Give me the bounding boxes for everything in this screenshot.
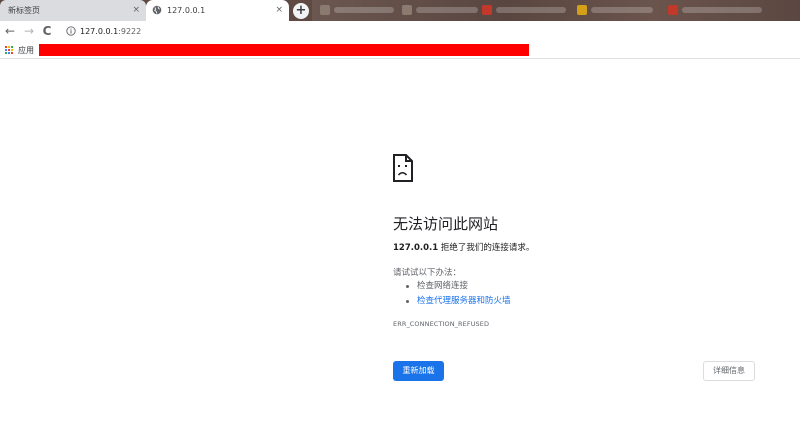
url-host: 127.0.0.1 [80,27,119,36]
suggestion-check-network: 检查网络连接 [405,279,511,294]
tab-title: 新标签页 [8,6,40,15]
globe-icon [152,5,162,15]
suggestions-heading: 请试试以下办法： [393,268,462,278]
background-tabs-area [312,0,800,21]
forward-button[interactable]: → [21,21,37,42]
blurred-tab-icon [402,5,412,15]
new-tab-button[interactable]: + [293,3,309,19]
tab-strip: 新标签页 × 127.0.0.1 × + [0,0,800,21]
blurred-tab-title [682,7,762,13]
blurred-tab-icon [320,5,330,15]
reload-page-button[interactable]: 重新加载 [393,361,444,381]
apps-shortcut-label[interactable]: 应用 [18,42,34,59]
blurred-tab-icon [482,5,492,15]
error-summary-text: 拒绝了我们的连接请求。 [438,243,535,253]
tab-127-0-0-1[interactable]: 127.0.0.1 × [146,0,289,21]
apps-grid-icon[interactable] [5,46,14,55]
blurred-tab-title [496,7,566,13]
blurred-tab-icon [668,5,678,15]
blurred-tab-title [591,7,653,13]
blurred-tab-title [334,7,394,13]
tab-title: 127.0.0.1 [167,6,206,15]
details-button[interactable]: 详细信息 [703,361,755,381]
info-icon[interactable] [66,26,76,36]
back-button[interactable]: ← [2,21,18,42]
error-code: ERR_CONNECTION_REFUSED [393,320,490,328]
suggestions-list: 检查网络连接 检查代理服务器和防火墙 [405,279,511,309]
blurred-tab-title [416,7,478,13]
suggestion-check-proxy-link[interactable]: 检查代理服务器和防火墙 [405,294,511,309]
url-port: :9222 [118,27,142,36]
redaction-bar [39,44,529,56]
error-summary: 127.0.0.1 拒绝了我们的连接请求。 [393,241,534,253]
close-icon[interactable]: × [275,0,283,21]
tab-new-tab[interactable]: 新标签页 × [0,0,146,21]
blurred-tab-icon [577,5,587,15]
error-title: 无法访问此网站 [393,215,499,233]
error-host: 127.0.0.1 [393,243,439,253]
close-icon[interactable]: × [132,0,140,21]
address-bar[interactable]: 127.0.0.1:9222 [60,22,800,41]
sad-page-icon [393,154,413,182]
toolbar: ← → C 127.0.0.1:9222 [0,21,800,42]
reload-button[interactable]: C [39,21,55,42]
